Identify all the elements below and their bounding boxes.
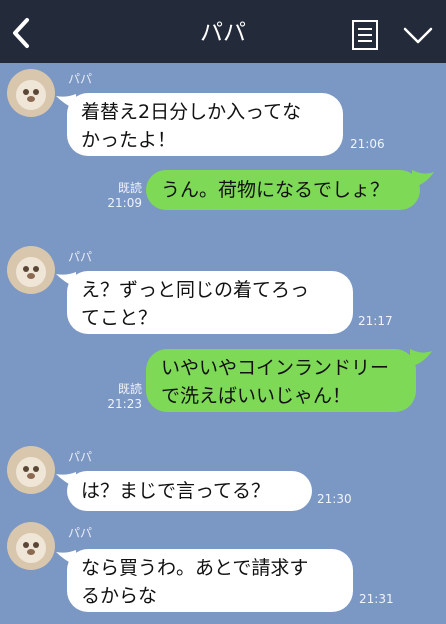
message-bubble[interactable]: 着替え2日分しか入ってな かったよ！: [67, 93, 343, 156]
note-list-icon: [352, 20, 378, 50]
message-bubble[interactable]: は？まじで言ってる？: [67, 471, 312, 511]
message-meta: 既読 21:09: [102, 181, 142, 211]
avatar[interactable]: [7, 69, 55, 117]
sender-name: パパ: [68, 72, 93, 86]
chevron-down-icon: [403, 27, 433, 44]
message-line: うん。荷物になるでしょ？: [161, 179, 390, 201]
sender-name: パパ: [68, 450, 93, 464]
sender-name: パパ: [68, 250, 93, 264]
message-time: 21:31: [359, 592, 394, 606]
read-receipt: 既読: [117, 181, 142, 195]
message-bubble[interactable]: いやいやコインランドリー で洗えばいいじゃん！: [146, 349, 416, 412]
message-line: てこと？: [81, 307, 158, 329]
avatar-photo-icon: [7, 446, 55, 494]
dropdown-button[interactable]: [402, 24, 434, 48]
avatar-photo-icon: [7, 69, 55, 117]
message-time: 21:30: [317, 492, 352, 506]
avatar[interactable]: [7, 246, 55, 294]
message-bubble[interactable]: なら買うわ。あとで請求す るからな: [67, 549, 353, 612]
menu-button[interactable]: [350, 19, 380, 51]
avatar-photo-icon: [7, 522, 55, 570]
message-time: 21:23: [107, 397, 142, 411]
message-line: え？ずっと同じの着てろっ: [81, 279, 310, 301]
message-line: るからな: [81, 585, 158, 607]
message-meta: 既読 21:23: [102, 382, 142, 412]
message-time: 21:06: [350, 137, 385, 151]
message-line: かったよ！: [81, 129, 177, 151]
message-bubble[interactable]: うん。荷物になるでしょ？: [146, 170, 420, 210]
message-bubble[interactable]: え？ずっと同じの着てろっ てこと？: [67, 271, 353, 334]
message-line: いやいやコインランドリー: [161, 357, 390, 379]
message-time: 21:09: [107, 196, 142, 210]
chat-header: パパ: [0, 0, 446, 63]
message-line: 着替え2日分しか入ってな: [81, 101, 302, 123]
message-line: なら買うわ。あとで請求す: [81, 557, 309, 579]
sender-name: パパ: [68, 526, 93, 540]
read-receipt: 既読: [117, 382, 142, 396]
message-time: 21:17: [358, 314, 393, 328]
bubble-tail: [410, 349, 432, 367]
bubble-tail: [412, 170, 434, 188]
avatar[interactable]: [7, 446, 55, 494]
message-line: で洗えばいいじゃん！: [161, 385, 352, 407]
message-line: は？まじで言ってる？: [81, 480, 271, 502]
avatar-photo-icon: [7, 246, 55, 294]
avatar[interactable]: [7, 522, 55, 570]
